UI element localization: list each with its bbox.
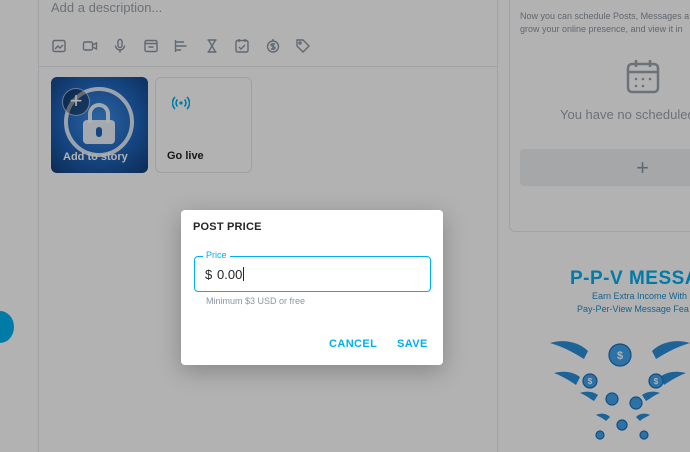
currency-symbol: $ (205, 267, 213, 282)
text-caret (243, 267, 245, 281)
post-price-dialog: POST PRICE Price $ 0.00 Minimum $3 USD o… (181, 210, 443, 365)
price-input[interactable]: 0.00 (217, 267, 245, 282)
save-button[interactable]: SAVE (397, 338, 428, 350)
cancel-button[interactable]: CANCEL (329, 338, 377, 350)
price-field-label: Price (203, 250, 230, 260)
price-helper-text: Minimum $3 USD or free (206, 296, 306, 306)
price-field[interactable]: Price $ 0.00 (194, 250, 431, 292)
price-value: 0.00 (217, 267, 243, 282)
dialog-title: POST PRICE (193, 221, 262, 233)
